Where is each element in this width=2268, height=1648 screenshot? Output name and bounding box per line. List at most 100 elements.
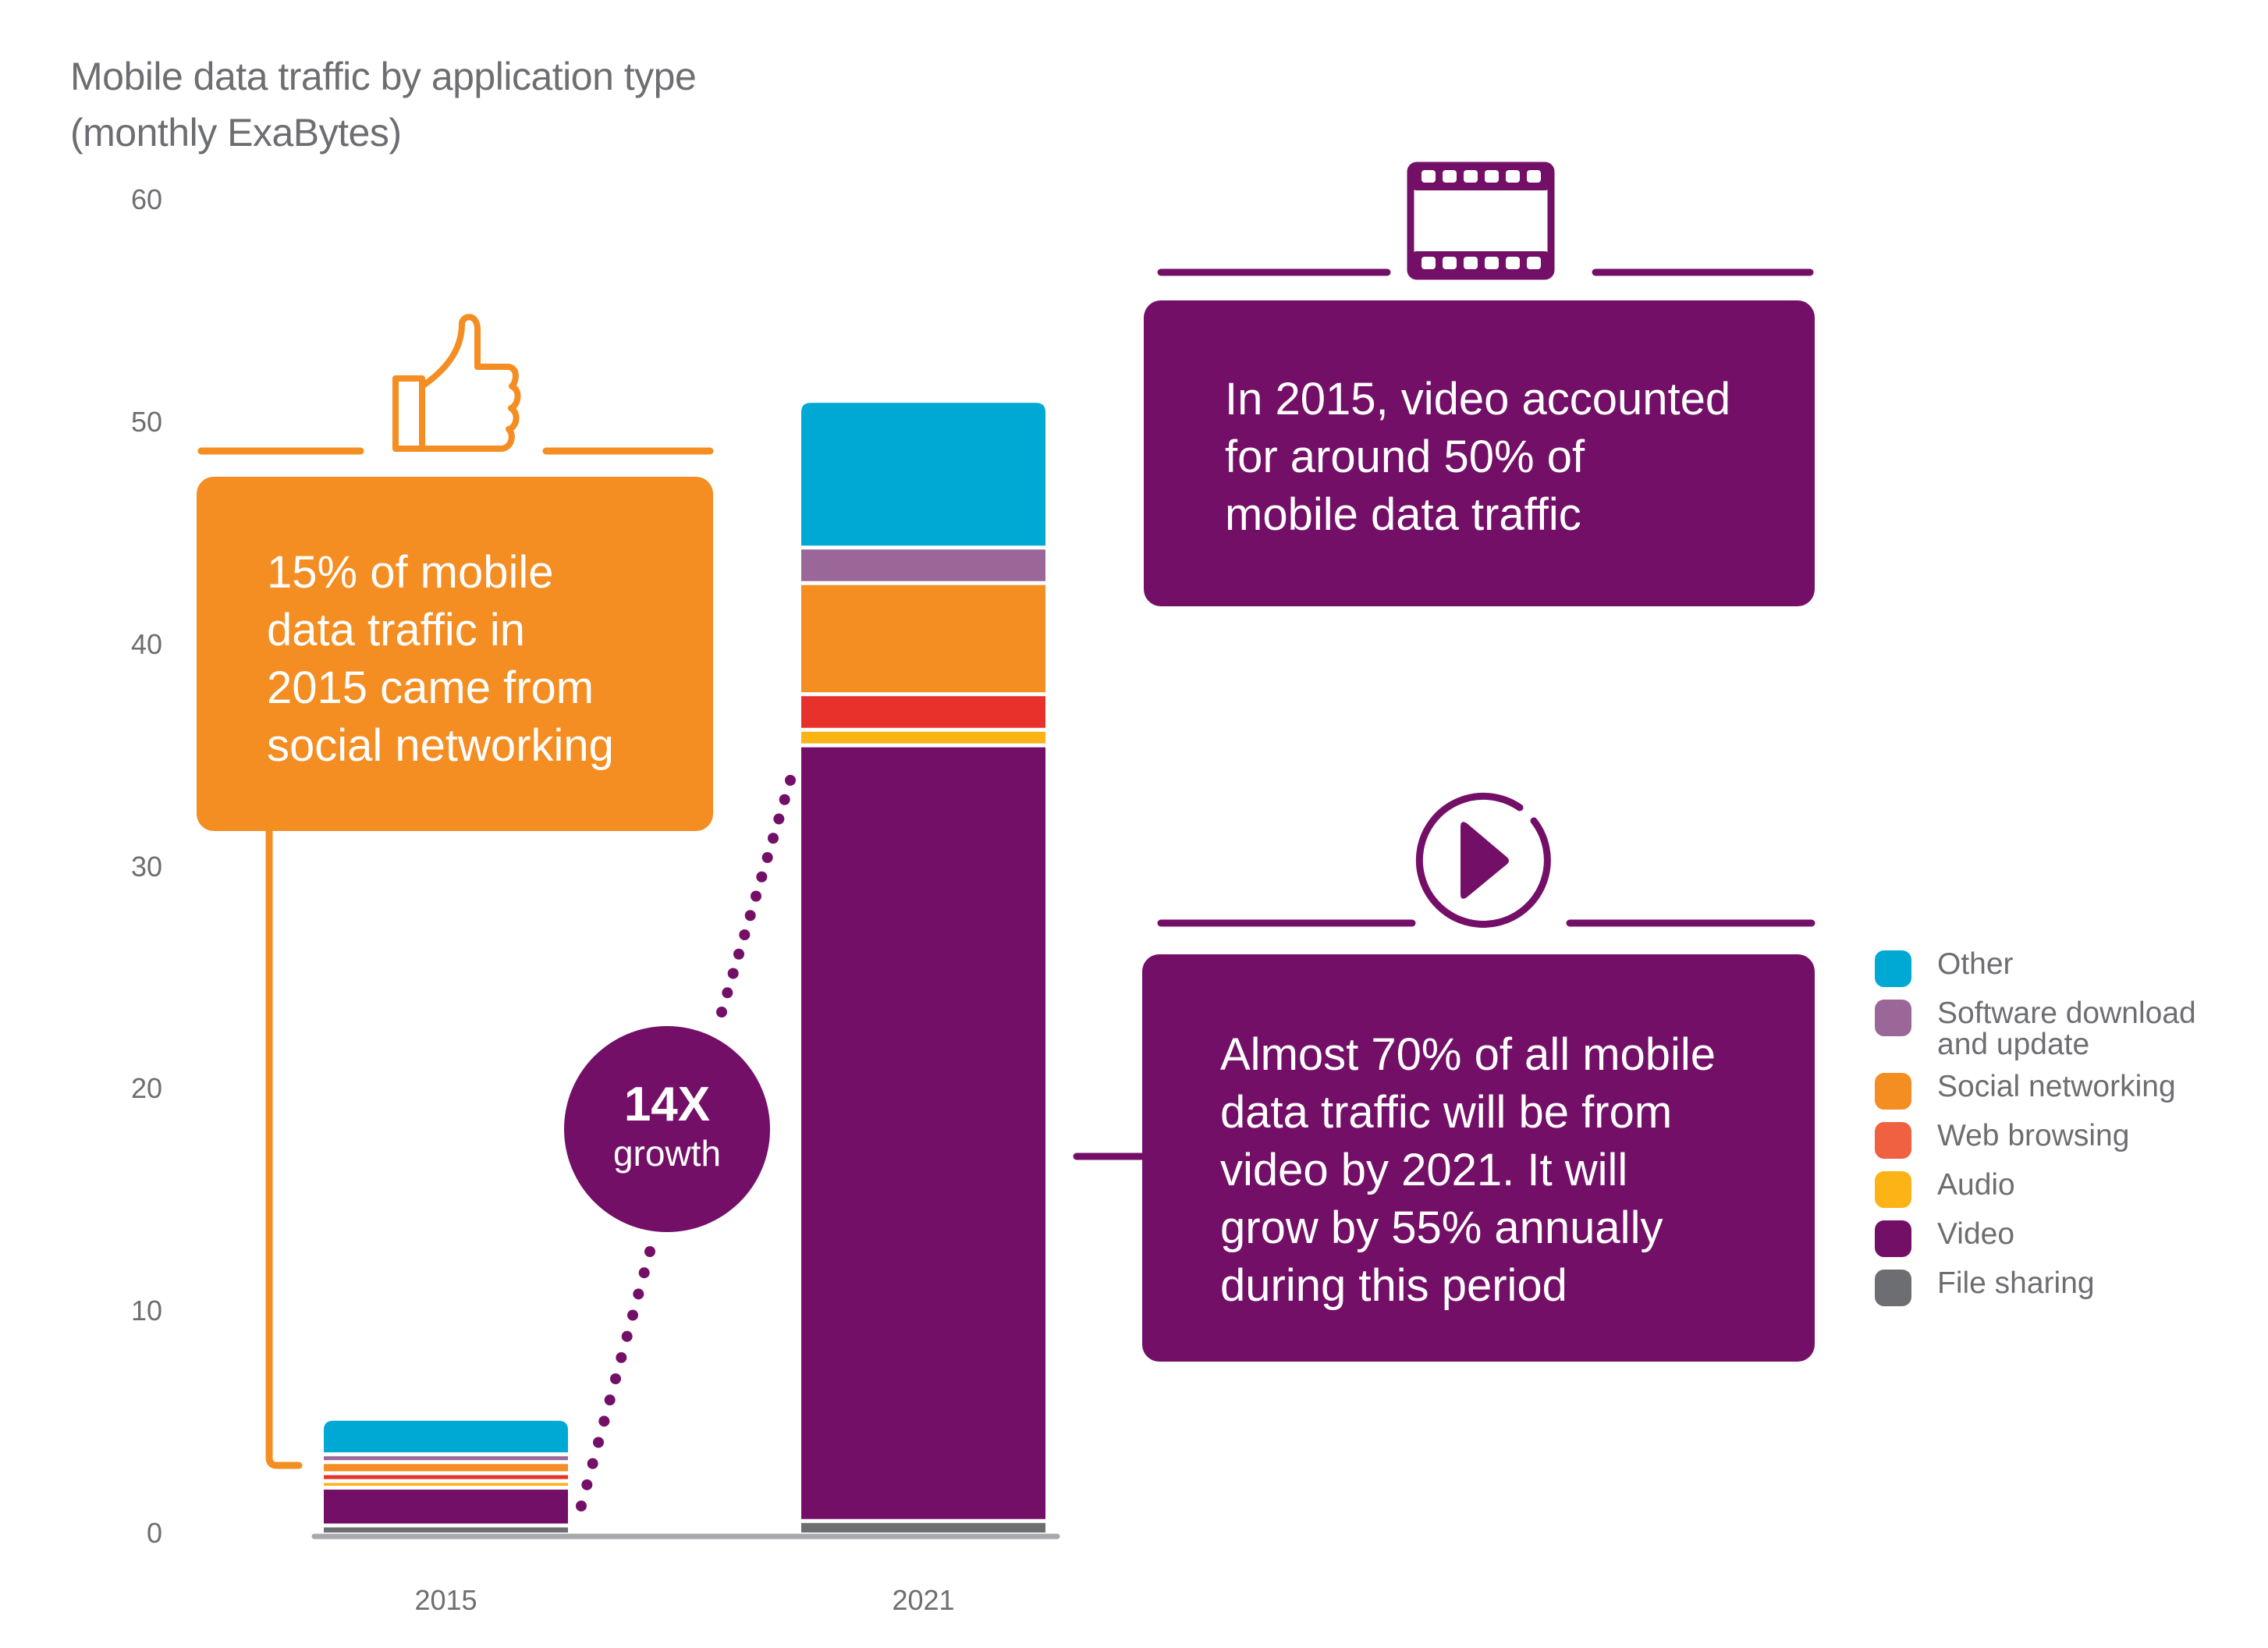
bar-segment-social-networking-2015: [324, 1464, 568, 1472]
callout-line: during this period: [1220, 1260, 1567, 1311]
bar-segment-file-sharing-2015: [324, 1527, 568, 1533]
y-tick-label: 60: [130, 183, 162, 215]
y-tick-label: 50: [130, 405, 162, 438]
callout-line: Almost 70% of all mobile: [1220, 1029, 1716, 1080]
play-icon: [1415, 792, 1551, 928]
film-hole: [1464, 257, 1478, 269]
growth-dot: [751, 890, 761, 902]
callout-line: In 2015, video accounted: [1225, 374, 1731, 424]
bar-segment-software-download-and-update-2015: [324, 1456, 568, 1461]
film-hole: [1421, 257, 1436, 269]
legend-label: Web browsing: [1937, 1121, 2129, 1152]
growth-dot: [576, 1501, 587, 1511]
callout-line: 2015 came from: [267, 662, 595, 713]
growth-dot: [756, 871, 768, 883]
video-2015-callout-decoration: [1157, 162, 1814, 280]
growth-dot: [627, 1309, 638, 1321]
bar-segment-other-2015: [324, 1420, 568, 1453]
legend-label-line: and update: [1937, 1028, 2090, 1061]
legend-label-line: Other: [1937, 947, 2014, 981]
film-hole: [1443, 257, 1457, 269]
callout-line: mobile data traffic: [1225, 489, 1581, 540]
legend-swatch: [1875, 1073, 1911, 1110]
growth-dot: [785, 775, 796, 786]
growth-label: growth: [612, 1133, 722, 1174]
callout-line: social networking: [267, 720, 614, 771]
film-strip-icon: [1407, 162, 1555, 280]
legend-swatch: [1875, 1220, 1911, 1257]
growth-value: 14X: [623, 1078, 711, 1131]
film-hole: [1443, 170, 1457, 183]
bar-segment-video-2015: [324, 1490, 568, 1524]
callout-line: 15% of mobile: [267, 547, 554, 598]
social-networking-callout: 15% of mobile data traffic in 2015 came …: [197, 477, 713, 831]
legend-swatch: [1875, 1122, 1911, 1159]
growth-dot: [633, 1288, 644, 1300]
bar-segment-web-browsing-2021: [801, 696, 1045, 728]
y-tick-label: 40: [130, 627, 162, 660]
growth-dot: [722, 987, 733, 999]
bar-segment-audio-2021: [801, 731, 1045, 744]
growth-badge: 14X growth: [564, 1026, 770, 1232]
film-hole: [1485, 257, 1499, 269]
callout-line: video by 2021. It will: [1220, 1145, 1628, 1195]
bar-segment-audio-2015: [324, 1483, 568, 1486]
legend-label: Other: [1937, 949, 2014, 980]
legend-label: Social networking: [1937, 1071, 2176, 1103]
bar-segment-video-2021: [801, 747, 1045, 1519]
bar-segment-web-browsing-2015: [324, 1475, 568, 1479]
growth-dot: [593, 1437, 604, 1448]
growth-dot: [768, 833, 779, 844]
growth-dot: [779, 794, 790, 805]
film-hole: [1421, 170, 1436, 183]
growth-dot: [744, 910, 756, 922]
film-hole: [1527, 170, 1541, 183]
y-tick-label: 30: [130, 850, 162, 883]
social-connector-line: [265, 827, 303, 1469]
legend-label-line: File sharing: [1937, 1266, 2095, 1300]
legend-swatch: [1875, 1270, 1911, 1306]
bar-segment-file-sharing-2021: [801, 1522, 1045, 1533]
legend-swatch: [1875, 950, 1911, 987]
bar-segment-other-2021: [801, 403, 1045, 546]
film-hole: [1464, 170, 1478, 183]
film-hole: [1506, 170, 1520, 183]
film-hole: [1485, 170, 1499, 183]
growth-dot: [716, 1007, 727, 1018]
growth-dot: [733, 948, 744, 960]
growth-dot: [604, 1394, 616, 1406]
x-tick-label: 2015: [414, 1584, 477, 1616]
film-hole: [1527, 257, 1541, 269]
video-2021-callout: Almost 70% of all mobile data traffic wi…: [1142, 954, 1815, 1362]
film-hole: [1506, 257, 1520, 269]
x-tick-label: 2021: [892, 1584, 955, 1616]
growth-dot: [587, 1458, 598, 1469]
y-tick-label: 10: [130, 1295, 162, 1327]
growth-dot: [616, 1351, 627, 1363]
y-tick-label: 20: [130, 1072, 162, 1105]
bar-segment-software-download-and-update-2021: [801, 549, 1045, 581]
growth-dot: [761, 852, 773, 863]
growth-dot: [727, 968, 739, 979]
growth-dot: [621, 1330, 633, 1342]
callout-line: data traffic in: [267, 605, 526, 655]
legend-label-line: Video: [1937, 1217, 2015, 1251]
growth-dot: [581, 1479, 593, 1490]
growth-dot: [638, 1267, 650, 1279]
growth-dot: [739, 929, 751, 940]
legend-label-line: Web browsing: [1937, 1119, 2130, 1153]
callout-line: for around 50% of: [1225, 432, 1585, 482]
callout-line: grow by 55% annually: [1220, 1202, 1663, 1253]
growth-dot: [773, 813, 785, 825]
bar-segment-social-networking-2021: [801, 584, 1045, 693]
legend-label-line: Social networking: [1937, 1070, 2176, 1103]
legend-label-line: Audio: [1937, 1168, 2015, 1202]
legend-swatch: [1875, 1171, 1911, 1208]
video-2015-callout: In 2015, video accounted for around 50% …: [1144, 300, 1815, 606]
legend-swatch: [1875, 1000, 1911, 1036]
growth-dot: [610, 1373, 621, 1384]
legend-label: File sharing: [1937, 1268, 2095, 1299]
y-tick-label: 0: [146, 1517, 162, 1549]
legend-label: Video: [1937, 1219, 2014, 1250]
legend-label-line: Software download: [1937, 996, 2196, 1030]
